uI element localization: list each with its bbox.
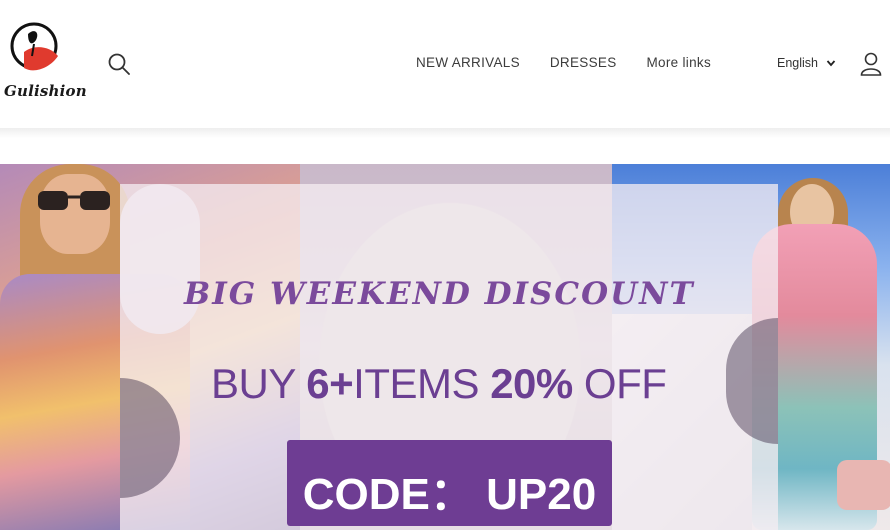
language-label: English: [777, 56, 818, 70]
header-divider: [0, 128, 890, 138]
offer-middle: ITEMS: [353, 360, 491, 407]
offer-prefix: BUY: [211, 360, 307, 407]
nav-item-new-arrivals[interactable]: NEW ARRIVALS: [416, 55, 520, 70]
model-face: [40, 174, 110, 254]
banner-headline: BIG WEEKEND DISCOUNT: [184, 276, 695, 312]
promo-code-text: CODE： UP20: [302, 470, 597, 519]
promo-code-box: CODE： UP20: [287, 440, 612, 526]
account-icon[interactable]: [860, 52, 882, 76]
banner-offer: BUY 6+ITEMS 20% OFF: [211, 360, 667, 408]
offer-suffix: OFF: [572, 360, 667, 407]
language-selector[interactable]: English: [777, 56, 836, 70]
offer-percent: 20%: [490, 360, 573, 407]
logo-text: Gulishion: [4, 82, 87, 100]
site-header: Gulishion NEW ARRIVALS DRESSES More link…: [0, 0, 890, 130]
search-icon[interactable]: [107, 52, 131, 76]
offer-count: 6+: [306, 360, 354, 407]
chevron-down-icon: [826, 60, 836, 67]
nav-item-dresses[interactable]: DRESSES: [550, 55, 617, 70]
logo-icon: [10, 22, 58, 71]
nav-item-more-links[interactable]: More links: [647, 55, 712, 70]
brand-logo[interactable]: Gulishion: [2, 22, 87, 104]
promo-banner[interactable]: BIG WEEKEND DISCOUNT BUY 6+ITEMS 20% OFF…: [0, 164, 890, 530]
main-nav: NEW ARRIVALS DRESSES More links: [416, 55, 711, 70]
sunglasses-icon: [38, 191, 110, 210]
handbag: [837, 460, 890, 510]
